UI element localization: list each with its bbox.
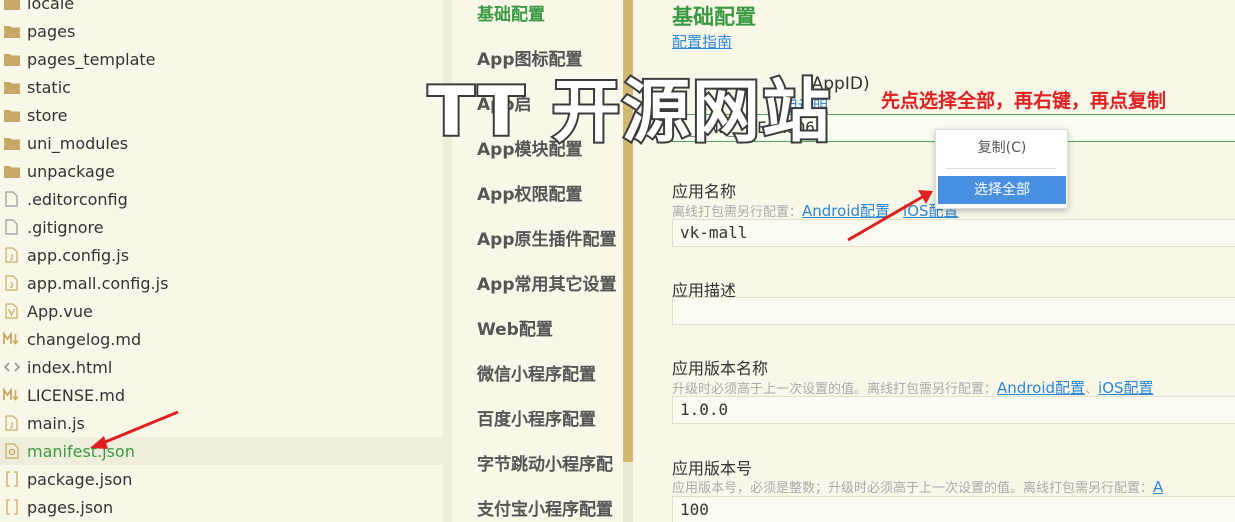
arrow-to-manifest-icon xyxy=(90,410,179,449)
annotation-arrows xyxy=(90,190,933,449)
arrow-to-select-all-icon xyxy=(847,190,933,242)
